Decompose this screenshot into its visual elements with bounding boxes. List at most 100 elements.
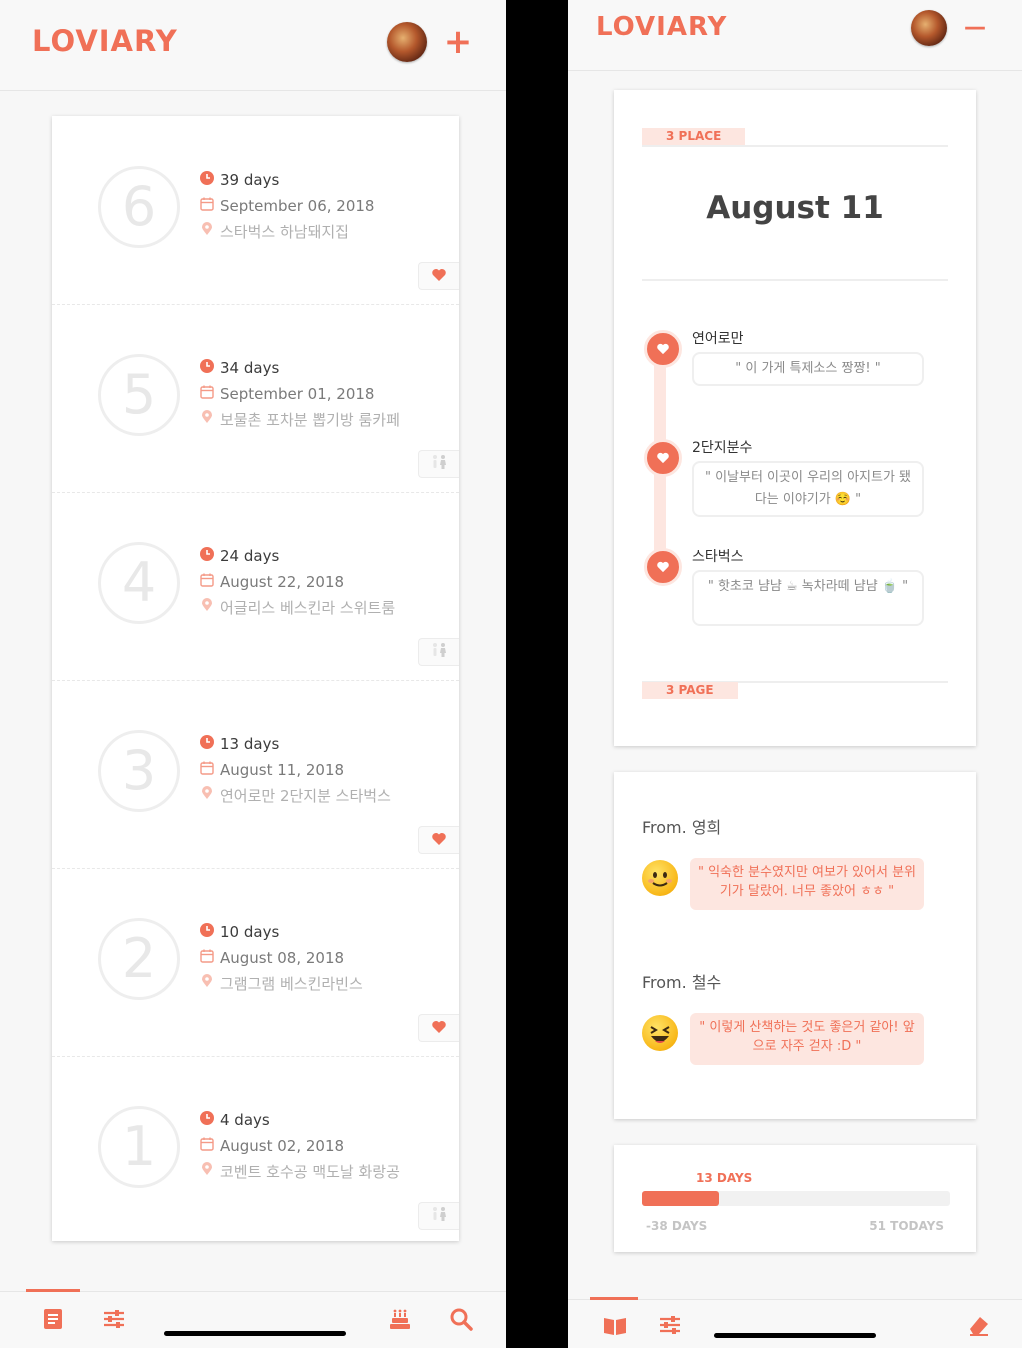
calendar-icon — [200, 1137, 220, 1155]
message-sender: From. 철수 — [642, 973, 722, 992]
days-row: 39 days — [200, 168, 279, 192]
progress-end-label: 51 TODAYS — [869, 1219, 944, 1233]
bottom-tab-bar — [568, 1297, 1022, 1348]
message-text: " 이렇게 산책하는 것도 좋은거 같아! 앞으로 자주 걷자 :D " — [690, 1013, 924, 1065]
add-entry-button[interactable]: + — [442, 22, 474, 62]
location-pin-icon — [200, 974, 220, 992]
home-indicator — [714, 1333, 876, 1338]
couple-reaction-button[interactable] — [418, 1202, 459, 1230]
heart-reaction-button[interactable] — [418, 1014, 459, 1042]
app-header: LOVIARY + — [0, 0, 506, 91]
clock-icon — [200, 547, 220, 565]
diary-list-screen: LOVIARY + 6 39 days September 06, 2018 스… — [0, 0, 506, 1348]
laughing-face-icon — [642, 1015, 678, 1051]
entry-number: 2 — [98, 918, 180, 1000]
entry-date: September 06, 2018 — [220, 197, 375, 215]
cake-icon[interactable] — [387, 1306, 413, 1332]
timeline-heart-icon — [644, 439, 682, 477]
progress-current-label: 13 DAYS — [696, 1171, 753, 1185]
entries-card: 6 39 days September 06, 2018 스타벅스 하남돼지집 … — [52, 116, 459, 1241]
profile-avatar[interactable] — [387, 22, 427, 62]
entry-places: 연어로만 2단지분 스타벅스 — [220, 786, 391, 805]
entry-days: 13 days — [220, 735, 280, 753]
date-row: August 08, 2018 — [200, 946, 344, 970]
messages-card: From. 영희 " 익숙한 분수였지만 여보가 있어서 분위기가 달랐어. 너… — [614, 772, 976, 1119]
place-row: 어글리스 베스킨라 스위트룸 — [200, 595, 395, 619]
location-pin-icon — [200, 1162, 220, 1180]
diary-entry[interactable]: 2 10 days August 08, 2018 그램그램 베스킨라빈스 — [52, 868, 459, 1057]
message-sender: From. 영희 — [642, 818, 722, 837]
entry-places: 보물촌 포차분 뽑기방 룸카페 — [220, 410, 400, 429]
divider — [642, 145, 948, 147]
sliders-icon[interactable] — [657, 1312, 683, 1338]
couple-reaction-button[interactable] — [418, 450, 459, 478]
timeline-heart-icon — [644, 548, 682, 586]
page-count-tag: 3 PAGE — [642, 682, 738, 699]
entry-days: 4 days — [220, 1111, 270, 1129]
couple-icon — [430, 1206, 448, 1226]
days-row: 4 days — [200, 1108, 270, 1132]
couple-icon — [430, 454, 448, 474]
timeline-comment: " 이날부터 이곳이 우리의 아지트가 됐다는 이야기가 ☺️ " — [692, 461, 924, 517]
diary-icon[interactable] — [40, 1306, 66, 1332]
timeline-place-name: 2단지분수 — [692, 440, 753, 456]
diary-entry[interactable]: 1 4 days August 02, 2018 코벤트 호수공 맥도날 화랑공 — [52, 1056, 459, 1244]
diary-entry[interactable]: 3 13 days August 11, 2018 연어로만 2단지분 스타벅스 — [52, 680, 459, 869]
message-text: " 익숙한 분수였지만 여보가 있어서 분위기가 달랐어. 너무 좋았어 ㅎㅎ … — [690, 858, 924, 910]
date-row: September 06, 2018 — [200, 194, 374, 218]
clock-icon — [200, 735, 220, 753]
place-row: 스타벅스 하남돼지집 — [200, 219, 349, 243]
heart-reaction-button[interactable] — [418, 826, 459, 854]
collapse-button[interactable]: — — [962, 12, 988, 44]
entry-number: 4 — [98, 542, 180, 624]
diary-entry[interactable]: 4 24 days August 22, 2018 어글리스 베스킨라 스위트룸 — [52, 492, 459, 681]
entry-days: 34 days — [220, 359, 280, 377]
entry-days: 39 days — [220, 171, 280, 189]
place-row: 그램그램 베스킨라빈스 — [200, 971, 363, 995]
date-row: August 11, 2018 — [200, 758, 344, 782]
days-row: 24 days — [200, 544, 279, 568]
sliders-icon[interactable] — [101, 1306, 127, 1332]
entry-number: 6 — [98, 166, 180, 248]
progress-track — [642, 1191, 950, 1206]
entry-date: August 08, 2018 — [220, 949, 345, 967]
place-row: 연어로만 2단지분 스타벅스 — [200, 783, 391, 807]
entry-places: 스타벅스 하남돼지집 — [220, 222, 349, 241]
entry-places: 그램그램 베스킨라빈스 — [220, 974, 363, 993]
progress-fill — [642, 1191, 719, 1206]
book-icon[interactable] — [602, 1312, 628, 1338]
timeline-comment: " 핫초코 냠냠 ☕ 녹차라떼 냠냠 🍵 " — [692, 570, 924, 626]
heart-reaction-button[interactable] — [418, 262, 459, 290]
date-row: September 01, 2018 — [200, 382, 374, 406]
calendar-icon — [200, 949, 220, 967]
progress-card: 13 DAYS -38 DAYS 51 TODAYS — [614, 1145, 976, 1252]
entry-date: September 01, 2018 — [220, 385, 375, 403]
timeline-place-name: 연어로만 — [692, 331, 744, 347]
progress-start-label: -38 DAYS — [646, 1219, 708, 1233]
heart-icon — [431, 831, 447, 850]
days-row: 13 days — [200, 732, 279, 756]
days-row: 10 days — [200, 920, 279, 944]
entry-number: 3 — [98, 730, 180, 812]
search-icon[interactable] — [448, 1306, 474, 1332]
bottom-tab-bar — [0, 1289, 506, 1348]
timeline-place-name: 스타벅스 — [692, 549, 744, 565]
calendar-icon — [200, 385, 220, 403]
diary-entry[interactable]: 6 39 days September 06, 2018 스타벅스 하남돼지집 — [52, 116, 459, 305]
date-title: August 11 — [706, 190, 884, 226]
date-row: August 22, 2018 — [200, 570, 344, 594]
entry-places: 어글리스 베스킨라 스위트룸 — [220, 598, 396, 617]
entry-date: August 11, 2018 — [220, 761, 345, 779]
heart-icon — [431, 267, 447, 286]
couple-reaction-button[interactable] — [418, 638, 459, 666]
heart-icon — [431, 1019, 447, 1038]
eraser-icon[interactable] — [966, 1312, 992, 1338]
days-row: 34 days — [200, 356, 279, 380]
diary-entry[interactable]: 5 34 days September 01, 2018 보물촌 포차분 뽑기방… — [52, 304, 459, 493]
clock-icon — [200, 923, 220, 941]
profile-avatar[interactable] — [911, 10, 947, 46]
entry-days: 10 days — [220, 923, 280, 941]
location-pin-icon — [200, 410, 220, 428]
clock-icon — [200, 359, 220, 377]
clock-icon — [200, 171, 220, 189]
